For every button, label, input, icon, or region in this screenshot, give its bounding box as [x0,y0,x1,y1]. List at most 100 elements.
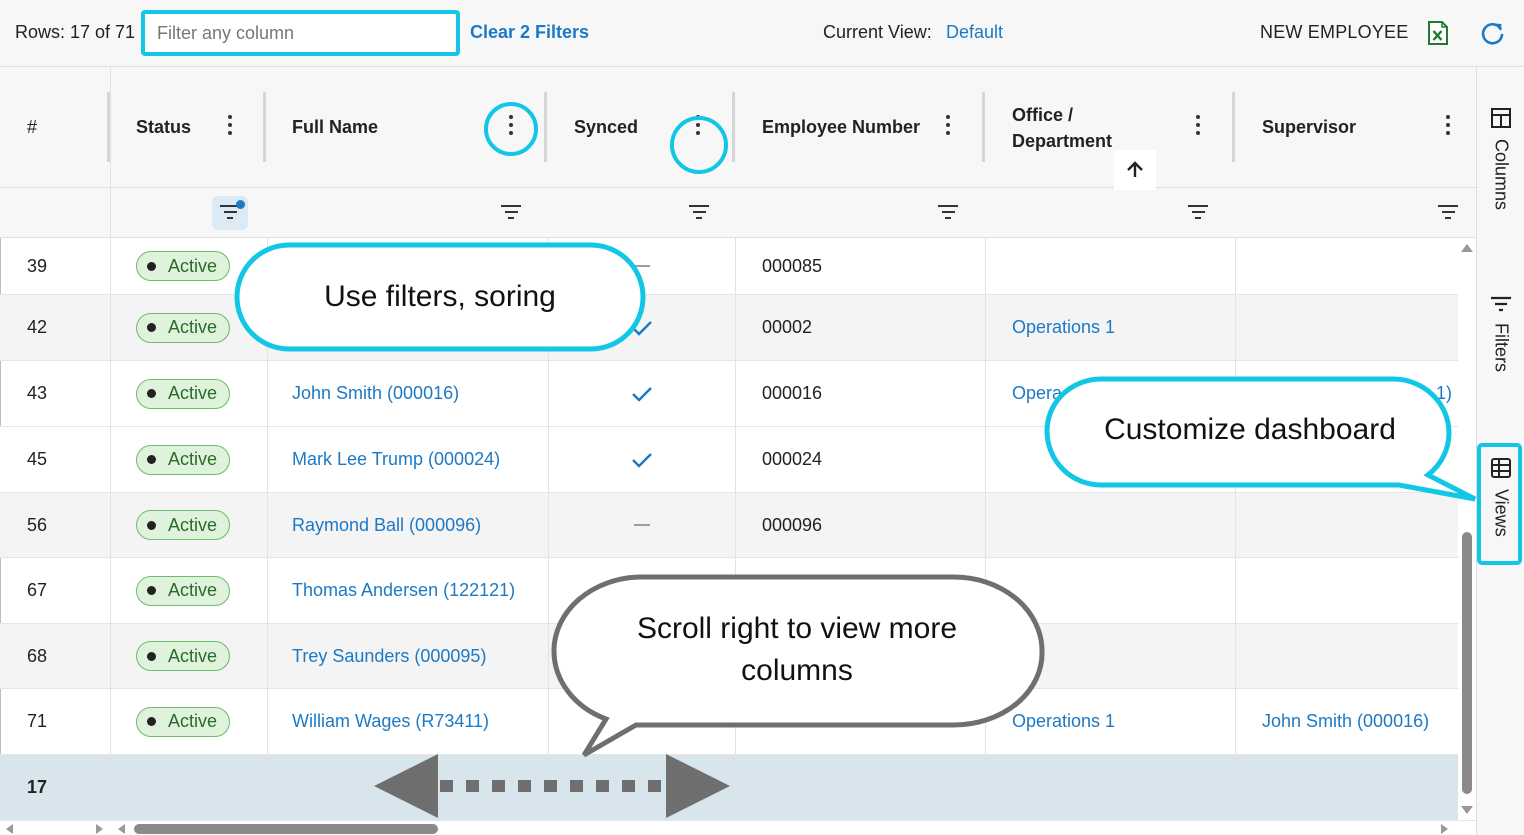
grid-filter-row [0,188,1476,238]
status-cell: Active [136,361,231,426]
status-badge: Active [136,641,231,671]
status-dot [147,261,156,271]
scroll-up-arrow-icon[interactable] [1461,244,1473,252]
employee-number-cell: 00002 [762,317,813,337]
columns-tab[interactable]: Columns [1477,107,1524,210]
column-header-supervisor[interactable]: Supervisor [1262,67,1356,188]
status-dot [147,717,156,726]
column-resize-handle[interactable] [982,92,985,162]
highlight-ring-views [1477,443,1522,565]
column-header-index: # [27,117,38,137]
column-header-synced[interactable]: Synced [574,67,638,188]
office-header-line1: Office / [1012,104,1074,125]
employee-name-link[interactable]: Thomas Andersen (122121) [292,558,515,623]
columns-icon [1491,108,1511,128]
office-filter-icon[interactable] [1187,205,1209,221]
sort-ascending-icon[interactable] [1114,150,1156,190]
column-header-status[interactable]: Status [136,67,191,188]
new-employee-button[interactable]: NEW EMPLOYEE [1260,22,1408,43]
column-header-full-name[interactable]: Full Name [292,67,378,188]
row-index: 42 [27,317,48,337]
row-index: 68 [27,645,48,666]
callout-filters-text: Use filters, soring [324,280,556,313]
columns-tab-label: Columns [1491,139,1512,211]
status-cell: Active [136,624,231,688]
filters-tab[interactable]: Filters [1477,295,1524,372]
horizontal-scroll-thumb[interactable] [134,824,438,834]
table-row[interactable]: 39 Active 000085 [0,238,1458,295]
column-header-employee-number[interactable]: Employee Number [762,67,920,188]
current-view-label: Current View: [823,22,932,42]
synced-cell [631,427,653,492]
status-badge-label: Active [168,317,218,337]
employee-name-link[interactable]: Mark Lee Trump (000024) [292,427,500,492]
status-cell: Active [136,493,231,557]
status-cell: Active [136,427,231,492]
status-dot [147,323,156,332]
synced-cell [634,493,650,557]
synced-cell [631,361,653,426]
employee-number-filter-icon[interactable] [937,205,959,221]
refresh-icon[interactable] [1480,20,1506,46]
table-row[interactable]: 42 Active 00002 Operations 1 [0,295,1458,361]
total-count: 17 [27,777,48,797]
employee-number-column-menu-icon[interactable] [945,115,951,139]
grid-header-row: # Status Full Name Synced Employee Numbe… [0,67,1476,188]
supervisor-column-menu-icon[interactable] [1445,115,1451,139]
scroll-down-arrow-icon[interactable] [1461,806,1473,814]
current-view-selector[interactable]: Default [946,22,1003,43]
status-badge-label: Active [168,711,218,731]
employee-name-link[interactable]: William Wages (R73411) [292,689,489,754]
employee-name-link[interactable]: Trey Saunders (000095) [292,624,486,688]
vertical-scroll-thumb[interactable] [1462,532,1472,794]
clear-filters-link[interactable]: Clear 2 Filters [470,22,589,43]
status-badge-label: Active [168,449,218,469]
status-badge-label: Active [168,514,218,535]
status-badge: Active [136,575,231,606]
status-badge-label: Active [168,645,218,666]
scroll-left-arrow-icon[interactable] [118,824,125,834]
column-resize-handle[interactable] [263,92,266,162]
row-index: 71 [27,711,48,731]
column-resize-handle[interactable] [544,92,547,162]
supervisor-filter-icon[interactable] [1437,205,1459,221]
status-badge: Active [136,378,231,409]
scroll-right-hint-arrow-icon [374,754,730,818]
office-column-menu-icon[interactable] [1195,115,1201,139]
status-dot [147,651,156,661]
status-badge: Active [136,510,231,540]
callout-scroll-text: Scroll right to view more columns [636,612,958,687]
row-index: 43 [27,383,48,403]
column-header-office-department[interactable]: Office / Department [1012,67,1112,188]
column-resize-handle[interactable] [732,92,735,162]
employee-name-link[interactable]: John Smith (000016) [292,361,459,426]
office-header-line2: Department [1012,130,1113,151]
status-badge: Active [136,312,231,343]
employee-name-link[interactable]: Raymond Ball (000096) [292,493,481,557]
status-column-menu-icon[interactable] [227,115,233,139]
full-name-filter-icon[interactable] [500,205,522,221]
supervisor-link[interactable]: John Smith (000016) [1262,689,1429,754]
highlight-ring-filter [670,116,728,174]
left-pane-scroll-left-icon[interactable] [6,824,13,834]
employee-number-cell: 000024 [762,449,823,469]
office-link[interactable]: Operations 1 [1012,295,1115,360]
excel-export-icon[interactable] [1427,21,1449,45]
row-index: 67 [27,580,48,600]
toolbar: Rows: 17 of 71 Clear 2 Filters Current V… [0,0,1524,67]
filter-any-column-input[interactable] [141,10,460,56]
status-dot [147,586,156,595]
employee-number-cell: 000016 [762,383,823,403]
status-badge: Active [136,251,231,281]
left-pane-scroll-right-icon[interactable] [96,824,103,834]
scroll-right-arrow-icon[interactable] [1441,824,1448,834]
status-cell: Active [136,295,231,360]
synced-filter-icon[interactable] [688,205,710,221]
status-dot [147,455,156,464]
filters-tab-label: Filters [1491,323,1512,372]
column-resize-handle[interactable] [1232,92,1235,162]
status-cell: Active [136,558,231,623]
rows-count: Rows: 17 of 71 [15,22,136,42]
status-badge-label: Active [168,255,218,276]
status-badge: Active [136,706,231,737]
